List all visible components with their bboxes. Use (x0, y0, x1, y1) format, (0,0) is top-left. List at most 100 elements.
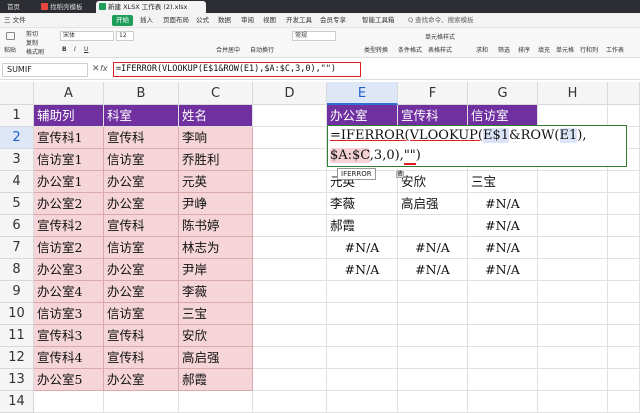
cell-h14[interactable] (538, 391, 608, 413)
cell-a14[interactable] (34, 391, 104, 413)
cell-h5[interactable] (538, 193, 608, 215)
cell-d7[interactable] (253, 237, 327, 259)
cond-format-button[interactable]: 条件格式 (398, 47, 422, 55)
menu-dev-tools[interactable]: 开发工具 (286, 15, 312, 26)
cell-a8[interactable]: 办公室3 (34, 259, 104, 281)
cell-i14[interactable] (608, 391, 640, 413)
row-header[interactable]: 12 (0, 347, 34, 369)
cell-i11[interactable] (608, 325, 640, 347)
cell-c11[interactable]: 安欣 (179, 325, 253, 347)
cell-h7[interactable] (538, 237, 608, 259)
italic-icon[interactable]: I (74, 46, 76, 54)
cell-i5[interactable] (608, 193, 640, 215)
copy-button[interactable]: 复制 (26, 40, 38, 48)
cell-h12[interactable] (538, 347, 608, 369)
cell-a9[interactable]: 办公室4 (34, 281, 104, 303)
menu-formula[interactable]: 公式 (196, 15, 209, 26)
cell-b8[interactable]: 办公室 (104, 259, 179, 281)
cell-h4[interactable] (538, 171, 608, 193)
cell-f13[interactable] (398, 369, 468, 391)
col-header-c[interactable]: C (179, 82, 253, 105)
select-all-corner[interactable] (0, 82, 34, 105)
cell-h8[interactable] (538, 259, 608, 281)
cell-c1[interactable]: 姓名 (179, 105, 253, 127)
cell-i9[interactable] (608, 281, 640, 303)
cell-formula-editor[interactable]: =IFERROR(VLOOKUP(E$1&ROW(E1), $A:$C,3,0)… (327, 125, 627, 167)
cell-a1[interactable]: 辅助列 (34, 105, 104, 127)
underline-icon[interactable]: U (84, 46, 88, 54)
sort-button[interactable]: 排序 (518, 47, 530, 55)
cell-a12[interactable]: 宣传科4 (34, 347, 104, 369)
menu-member[interactable]: 会员专享 (320, 15, 346, 26)
cell-d13[interactable] (253, 369, 327, 391)
cell-e7[interactable]: #N/A (327, 237, 398, 259)
row-header[interactable]: 11 (0, 325, 34, 347)
cell-e13[interactable] (327, 369, 398, 391)
cell-c3[interactable]: 乔胜利 (179, 149, 253, 171)
col-header-a[interactable]: A (34, 82, 104, 105)
cell-d1[interactable] (253, 105, 327, 127)
cell-d5[interactable] (253, 193, 327, 215)
cell-f12[interactable] (398, 347, 468, 369)
fill-button[interactable]: 填充 (538, 47, 550, 55)
cell-a13[interactable]: 办公室5 (34, 369, 104, 391)
cut-button[interactable]: 剪切 (26, 31, 38, 39)
tab-home[interactable]: 首页 (4, 1, 34, 13)
number-format-select[interactable]: 常规 (292, 31, 336, 41)
cell-g9[interactable] (468, 281, 538, 303)
cell-e6[interactable]: 郝霞 (327, 215, 398, 237)
cell-a10[interactable]: 信访室3 (34, 303, 104, 325)
cell-h11[interactable] (538, 325, 608, 347)
filter-button[interactable]: 筛选 (498, 47, 510, 55)
menu-review[interactable]: 审阅 (241, 15, 254, 26)
cell-g12[interactable] (468, 347, 538, 369)
cell-i1[interactable] (608, 105, 640, 127)
cell-i8[interactable] (608, 259, 640, 281)
col-header-b[interactable]: B (104, 82, 179, 105)
cell-f14[interactable] (398, 391, 468, 413)
cell-b2[interactable]: 宣传科 (104, 127, 179, 149)
row-header[interactable]: 8 (0, 259, 34, 281)
cell-style-button[interactable]: 单元格样式 (425, 34, 455, 42)
cell-d3[interactable] (253, 149, 327, 171)
cell-c10[interactable]: 三宝 (179, 303, 253, 325)
cell-g6[interactable]: #N/A (468, 215, 538, 237)
fx-icon[interactable]: fx (100, 64, 108, 73)
menu-file[interactable]: 三 文件 (4, 15, 26, 26)
cell-b4[interactable]: 办公室 (104, 171, 179, 193)
row-col-button[interactable]: 行和列 (580, 47, 598, 55)
cell-d2[interactable] (253, 127, 327, 149)
cell-b5[interactable]: 办公室 (104, 193, 179, 215)
cell-e1[interactable]: 办公室 (327, 105, 398, 127)
cell-c8[interactable]: 尹岸 (179, 259, 253, 281)
cell-c14[interactable] (179, 391, 253, 413)
menu-data[interactable]: 数据 (218, 15, 231, 26)
sum-button[interactable]: 求和 (476, 47, 488, 55)
font-size-select[interactable]: 12 (116, 31, 134, 41)
cell-d4[interactable] (253, 171, 327, 193)
cell-f1[interactable]: 宣传科 (398, 105, 468, 127)
row-header[interactable]: 14 (0, 391, 34, 413)
merge-button[interactable]: 合并居中 (216, 47, 240, 55)
cell-g10[interactable] (468, 303, 538, 325)
function-help-icon[interactable]: 函 (396, 171, 404, 178)
cell-e9[interactable] (327, 281, 398, 303)
cell-h9[interactable] (538, 281, 608, 303)
cell-c6[interactable]: 陈书婷 (179, 215, 253, 237)
row-header[interactable]: 3 (0, 149, 34, 171)
cell-b3[interactable]: 信访室 (104, 149, 179, 171)
row-header[interactable]: 10 (0, 303, 34, 325)
cell-b12[interactable]: 宣传科 (104, 347, 179, 369)
cell-b14[interactable] (104, 391, 179, 413)
col-header-h[interactable]: H (538, 82, 608, 105)
menu-smart-toolbox[interactable]: 智能工具箱 (362, 15, 395, 26)
cell-a3[interactable]: 信访室1 (34, 149, 104, 171)
cell-e8[interactable]: #N/A (327, 259, 398, 281)
font-name-select[interactable]: 宋体 (60, 31, 114, 41)
wrap-button[interactable]: 自动换行 (250, 47, 274, 55)
cell-h13[interactable] (538, 369, 608, 391)
name-box[interactable]: SUMIF (2, 63, 88, 77)
type-convert-button[interactable]: 类型转换 (364, 47, 388, 55)
cell-c4[interactable]: 元英 (179, 171, 253, 193)
format-painter-button[interactable]: 格式刷 (26, 49, 44, 57)
